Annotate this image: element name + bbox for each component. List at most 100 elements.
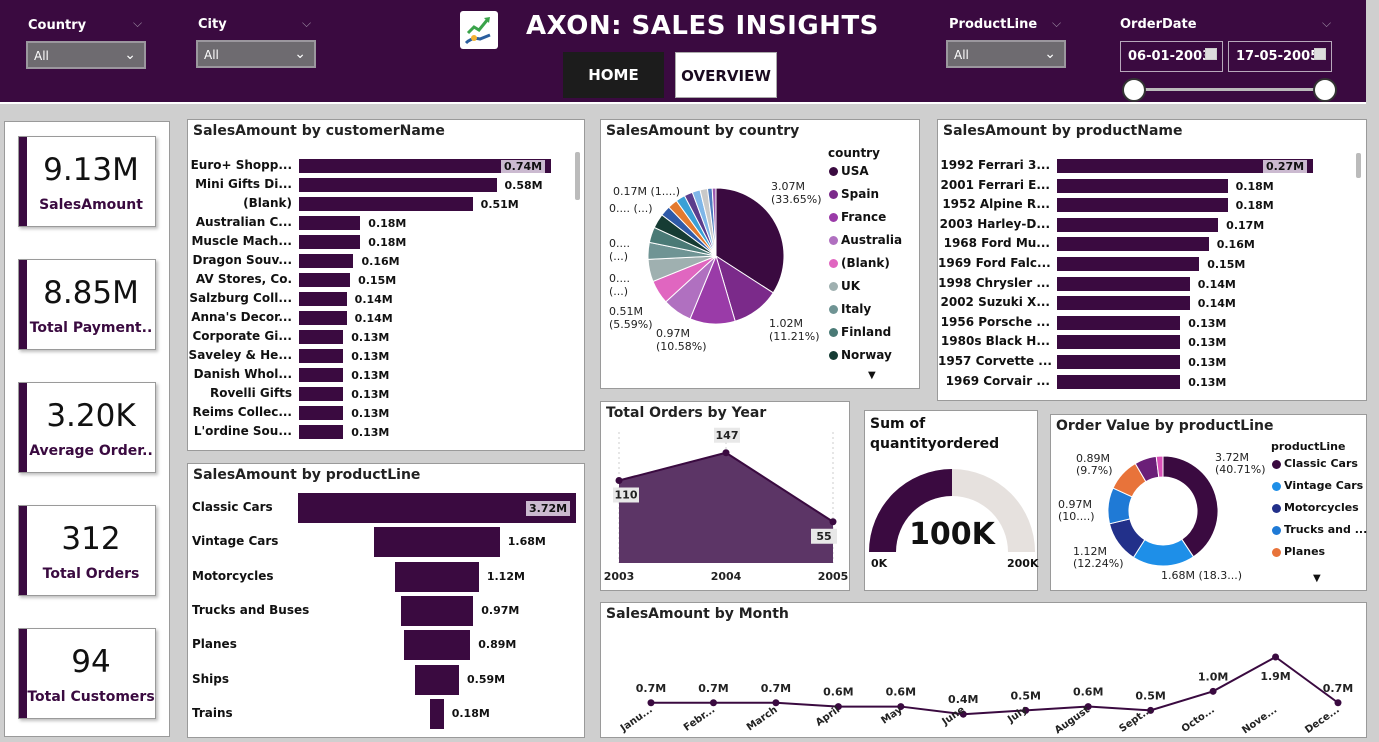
bar[interactable]	[299, 425, 344, 439]
bar[interactable]	[1057, 296, 1190, 311]
city-filter-chevron-icon[interactable]: ⌵	[302, 16, 311, 31]
bar[interactable]	[1057, 335, 1181, 350]
bar-value-label: 0.16M	[361, 255, 400, 268]
legend-item[interactable]: Vintage Cars	[1272, 479, 1367, 501]
bar-category-label: (Blank)	[243, 196, 292, 210]
pie-data-label-pct: (10.58%)	[656, 340, 707, 353]
bar[interactable]	[299, 197, 473, 211]
funnel-bar[interactable]	[374, 527, 500, 558]
bar[interactable]	[299, 311, 347, 325]
legend-item[interactable]: Norway	[829, 348, 902, 371]
legend-item[interactable]: USA	[829, 164, 902, 187]
end-date-input[interactable]: 17-05-2005	[1228, 41, 1332, 72]
orders-year-area-chart[interactable]: 110 2003 147 2004 55 2005	[601, 402, 851, 592]
legend-item[interactable]: Spain	[829, 187, 902, 210]
bar[interactable]	[299, 178, 497, 192]
legend-item[interactable]: Classic Cars	[1272, 457, 1367, 479]
data-label: 0.6M	[1073, 686, 1103, 699]
legend-item[interactable]: Italy	[829, 302, 902, 325]
bar[interactable]	[299, 235, 361, 249]
bar[interactable]	[299, 387, 344, 401]
legend-label: Planes	[1284, 545, 1326, 558]
legend-item[interactable]: (Blank)	[829, 256, 902, 279]
data-point[interactable]	[1209, 687, 1217, 695]
bar[interactable]	[299, 349, 344, 363]
bar[interactable]	[1057, 257, 1200, 271]
bar-value-label: 0.13M	[351, 426, 390, 439]
bar[interactable]	[1057, 198, 1228, 213]
bar[interactable]	[1057, 217, 1219, 232]
productline-dropdown[interactable]: All ⌄	[946, 40, 1066, 68]
legend-item[interactable]: Trucks and ...	[1272, 523, 1367, 545]
overview-button[interactable]: OVERVIEW	[675, 52, 777, 98]
bar-category-label: 1968 Ford Mu...	[943, 236, 1050, 251]
bar[interactable]	[1057, 276, 1190, 291]
date-slider-track[interactable]	[1134, 88, 1324, 91]
bar[interactable]	[1057, 178, 1228, 193]
productline-dropdown-value: All	[954, 48, 969, 62]
productline-filter-chevron-icon[interactable]: ⌵	[1052, 16, 1061, 31]
funnel-bar[interactable]	[403, 630, 471, 661]
month-line-chart[interactable]: 0.7M Janu... 0.7M Febr... 0.7M March 0.6M April…	[601, 603, 1368, 739]
pie-data-label: 0....	[609, 272, 630, 285]
donut-data-label-pct: (10....)	[1058, 510, 1095, 523]
bar-value-label: 0.51M	[480, 198, 519, 211]
pie-data-label-pct: (11.21%)	[769, 330, 820, 343]
bar[interactable]	[1057, 355, 1181, 369]
bar[interactable]	[299, 292, 347, 306]
orderdate-filter-chevron-icon[interactable]: ⌵	[1322, 16, 1331, 31]
data-label: 0.5M	[1135, 689, 1165, 702]
legend-item[interactable]: UK	[829, 279, 902, 302]
data-point[interactable]	[829, 518, 837, 526]
country-filter-chevron-icon[interactable]: ⌵	[133, 16, 142, 31]
data-point[interactable]	[722, 449, 730, 457]
pie-data-label: 0.51M	[609, 305, 643, 318]
donut-data-label-pct: (12.24%)	[1073, 557, 1124, 570]
funnel-bar[interactable]	[395, 561, 479, 592]
bar[interactable]	[299, 273, 351, 287]
page-title: AXON: SALES INSIGHTS	[526, 11, 879, 41]
date-slider-end-handle[interactable]	[1313, 78, 1337, 102]
customer-chart-scrollbar[interactable]	[575, 152, 580, 200]
bar[interactable]	[299, 406, 344, 420]
bar-value-label: 0.13M	[351, 350, 390, 363]
bar[interactable]	[1057, 374, 1181, 389]
start-date-input[interactable]: 06-01-2003	[1120, 41, 1223, 72]
funnel-bar[interactable]	[414, 664, 460, 695]
data-point[interactable]	[1272, 653, 1280, 661]
kpi-value: 8.85M	[43, 275, 139, 311]
data-point[interactable]	[615, 477, 623, 484]
pie-data-label-pct: (...)	[609, 250, 628, 263]
funnel-bar[interactable]	[430, 698, 444, 729]
calendar-icon[interactable]	[1314, 48, 1326, 60]
legend-more-icon[interactable]: ▼	[1313, 573, 1321, 584]
bar[interactable]	[299, 254, 354, 268]
funnel-bar[interactable]	[400, 595, 474, 626]
legend-label: Norway	[841, 348, 892, 362]
product-chart-scrollbar[interactable]	[1356, 153, 1361, 178]
legend-item[interactable]: France	[829, 210, 902, 233]
date-slider-start-handle[interactable]	[1122, 78, 1146, 102]
bar[interactable]	[1057, 237, 1209, 252]
bar-category-label: 2002 Suzuki X...	[940, 295, 1051, 310]
bar[interactable]	[299, 330, 344, 344]
legend-more-icon[interactable]: ▼	[868, 370, 876, 381]
pie-data-label: 0.... (...)	[609, 202, 653, 215]
city-dropdown[interactable]: All ⌄	[196, 40, 316, 68]
pie-data-label: 0.17M (1....)	[613, 185, 680, 198]
legend-item[interactable]: Finland	[829, 325, 902, 348]
legend-item[interactable]: Planes	[1272, 545, 1367, 567]
home-button[interactable]: HOME	[563, 52, 664, 98]
bar[interactable]	[299, 368, 344, 382]
data-label: 1.9M	[1260, 670, 1290, 683]
country-dropdown[interactable]: All ⌄	[26, 41, 146, 69]
legend-item[interactable]: Motorcycles	[1272, 501, 1367, 523]
legend-item[interactable]: Australia	[829, 233, 902, 256]
calendar-icon[interactable]	[1205, 48, 1217, 60]
bar[interactable]	[299, 216, 361, 230]
data-label: 147	[716, 429, 739, 442]
donut-slice[interactable]	[1162, 455, 1219, 558]
order-donut-legend-title: productLine	[1271, 440, 1346, 453]
data-label: 0.6M	[886, 686, 916, 699]
bar[interactable]	[1057, 315, 1181, 330]
